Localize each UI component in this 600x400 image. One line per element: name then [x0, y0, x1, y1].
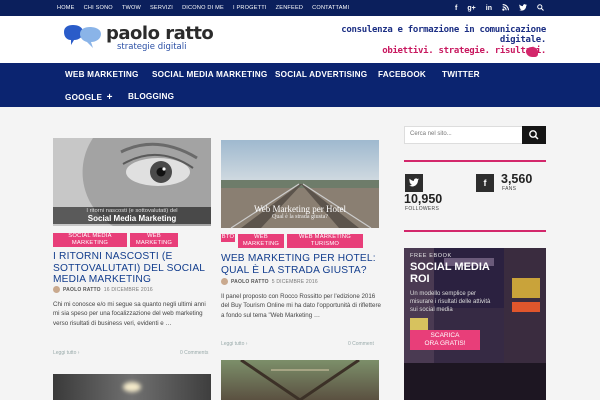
- followers-count: 10,950: [404, 192, 443, 206]
- post-2-comments[interactable]: 0 Comment: [348, 341, 374, 347]
- post-4-thumbnail[interactable]: [221, 360, 379, 400]
- ebook-button-line-1: SCARICA: [430, 332, 460, 339]
- top-links: HOME CHI SONO TWOW SERVIZI DICONO DI ME …: [57, 0, 358, 16]
- post-3-thumbnail[interactable]: [53, 374, 211, 400]
- author-avatar: [53, 286, 60, 293]
- twitter-icon[interactable]: [519, 3, 527, 13]
- post-2-read-more[interactable]: Leggi tutto ›: [221, 341, 247, 347]
- ebook-button-line-2: ORA GRATIS!: [424, 340, 466, 347]
- top-link-servizi[interactable]: SERVIZI: [150, 5, 173, 11]
- post-1-read-more[interactable]: Leggi tutto ›: [53, 350, 79, 356]
- ebook-banner[interactable]: FREE EBOOK SOCIAL MEDIA ROI Un modello s…: [404, 248, 546, 400]
- top-link-home[interactable]: HOME: [57, 5, 75, 11]
- nav-item-social-media-marketing[interactable]: SOCIAL MEDIA MARKETING: [152, 70, 267, 79]
- top-link-i-progetti[interactable]: I PROGETTI: [233, 5, 267, 11]
- linkedin-icon[interactable]: in: [486, 5, 492, 12]
- followers-label: FOLLOWERS: [405, 206, 440, 212]
- post-1-comments[interactable]: 0 Comments: [180, 350, 208, 356]
- post-1-read-more-label: Leggi tutto: [53, 350, 77, 356]
- facebook-icon[interactable]: f: [455, 5, 457, 12]
- post-2-thumb-caption-2: Qual è la strada giusta?: [272, 214, 328, 220]
- top-social-icons: f g+ in: [455, 0, 544, 16]
- search-input[interactable]: Cerca nel sito...: [410, 131, 452, 137]
- rss-icon[interactable]: [502, 3, 509, 13]
- facebook-count-icon[interactable]: f: [476, 174, 494, 192]
- post-2-thumbnail[interactable]: Web Marketing per Hotel Qual è la strada…: [221, 140, 379, 228]
- main-nav: WEB MARKETING SOCIAL MEDIA MARKETING SOC…: [0, 63, 600, 107]
- top-link-dicono-di-me[interactable]: DICONO DI ME: [182, 5, 224, 11]
- slogan-line-1: consulenza e formazione in comunicazione…: [341, 25, 546, 45]
- post-1-thumb-caption-2: Social Media Marketing: [87, 214, 177, 223]
- ebook-text: Un modello semplice per misurare i risul…: [410, 291, 491, 313]
- nav-item-blogging[interactable]: BLOGGING: [128, 92, 174, 101]
- speech-bubbles-icon: [64, 25, 101, 48]
- site-logo[interactable]: paolo ratto strategie digitali: [62, 22, 222, 54]
- ebook-label: FREE EBOOK: [410, 253, 452, 259]
- post-1-thumbnail[interactable]: I ritorni nascosti (e sottovalutati) del…: [53, 138, 211, 226]
- sidebar-divider-2: [404, 230, 546, 232]
- top-link-zenfeed[interactable]: ZENFEED: [276, 5, 304, 11]
- search-icon: [529, 130, 539, 140]
- top-bar: HOME CHI SONO TWOW SERVIZI DICONO DI ME …: [0, 0, 600, 16]
- nav-item-facebook[interactable]: FACEBOOK: [378, 70, 426, 79]
- post-2-read-more-label: Leggi tutto: [221, 341, 245, 347]
- ebook-title-2: ROI: [410, 273, 430, 285]
- bird-icon: [526, 47, 538, 57]
- post-2-category-wm[interactable]: WEB MARKETING: [238, 234, 284, 248]
- post-2-thumb-caption-1: Web Marketing per Hotel: [254, 204, 346, 214]
- post-1-title[interactable]: I RITORNI NASCOSTI (E SOTTOVALUTATI) DEL…: [53, 251, 213, 286]
- post-2-excerpt: Il panel proposto con Rocco Rossitto per…: [221, 293, 381, 319]
- sidebar-divider-1: [404, 160, 546, 162]
- post-2-meta: PAOLO RATTO 5 DICEMBRE 2016: [221, 278, 318, 285]
- search-box[interactable]: Cerca nel sito...: [404, 126, 546, 144]
- logo-tagline: strategie digitali: [117, 42, 187, 52]
- author-avatar: [221, 278, 228, 285]
- post-1-thumb-caption: I ritorni nascosti (e sottovalutati) del…: [53, 207, 211, 224]
- nav-item-twitter[interactable]: TWITTER: [442, 70, 480, 79]
- nav-item-social-advertising[interactable]: SOCIAL ADVERTISING: [275, 70, 367, 79]
- post-2-thumb-caption: Web Marketing per Hotel Qual è la strada…: [221, 204, 379, 220]
- expand-plus-icon: +: [106, 92, 113, 103]
- nav-item-google[interactable]: GOOGLE +: [65, 92, 113, 103]
- bridge-image: [240, 360, 360, 400]
- post-1-excerpt: Chi mi conosce e/o mi segue sa quanto ne…: [53, 301, 206, 327]
- logo-name: paolo ratto: [106, 23, 214, 44]
- post-2-category-bto[interactable]: BTO: [221, 234, 235, 242]
- ebook-title-1: SOCIAL MEDIA: [410, 261, 490, 273]
- header-slogan: consulenza e formazione in comunicazione…: [306, 25, 546, 57]
- top-link-contattami[interactable]: CONTATTAMI: [312, 5, 349, 11]
- post-2-author[interactable]: PAOLO RATTO: [231, 279, 269, 285]
- post-2-date: 5 DICEMBRE 2016: [271, 278, 318, 285]
- post-1-author[interactable]: PAOLO RATTO: [63, 287, 101, 293]
- post-2-category-wmt[interactable]: WEB MARKETING TURISMO: [287, 234, 363, 248]
- post-2-title[interactable]: WEB MARKETING PER HOTEL: QUAL È LA STRAD…: [221, 253, 381, 276]
- nav-item-web-marketing[interactable]: WEB MARKETING: [65, 70, 139, 79]
- twitter-count-icon[interactable]: [405, 174, 423, 192]
- google-plus-icon[interactable]: g+: [467, 5, 475, 12]
- post-1-category-wm[interactable]: WEB MARKETING: [130, 233, 178, 247]
- ebook-download-button[interactable]: SCARICA ORA GRATIS!: [410, 330, 480, 350]
- nav-google-label: GOOGLE: [65, 93, 103, 102]
- slogan-line-2: obiettivi. strategie. risultati.: [382, 46, 546, 56]
- post-1-meta: PAOLO RATTO 16 DICEMBRE 2016: [53, 286, 153, 293]
- top-link-twow[interactable]: TWOW: [122, 5, 141, 11]
- search-button[interactable]: [522, 126, 546, 144]
- top-link-chi-sono[interactable]: CHI SONO: [84, 5, 113, 11]
- post-1-date: 16 DICEMBRE 2016: [103, 286, 153, 293]
- light-shape: [123, 382, 141, 392]
- fans-count: 3,560: [501, 172, 533, 186]
- fans-label: FANS: [502, 186, 517, 192]
- search-icon[interactable]: [537, 3, 544, 13]
- post-1-category-smm[interactable]: SOCIAL MEDIA MARKETING: [53, 233, 127, 247]
